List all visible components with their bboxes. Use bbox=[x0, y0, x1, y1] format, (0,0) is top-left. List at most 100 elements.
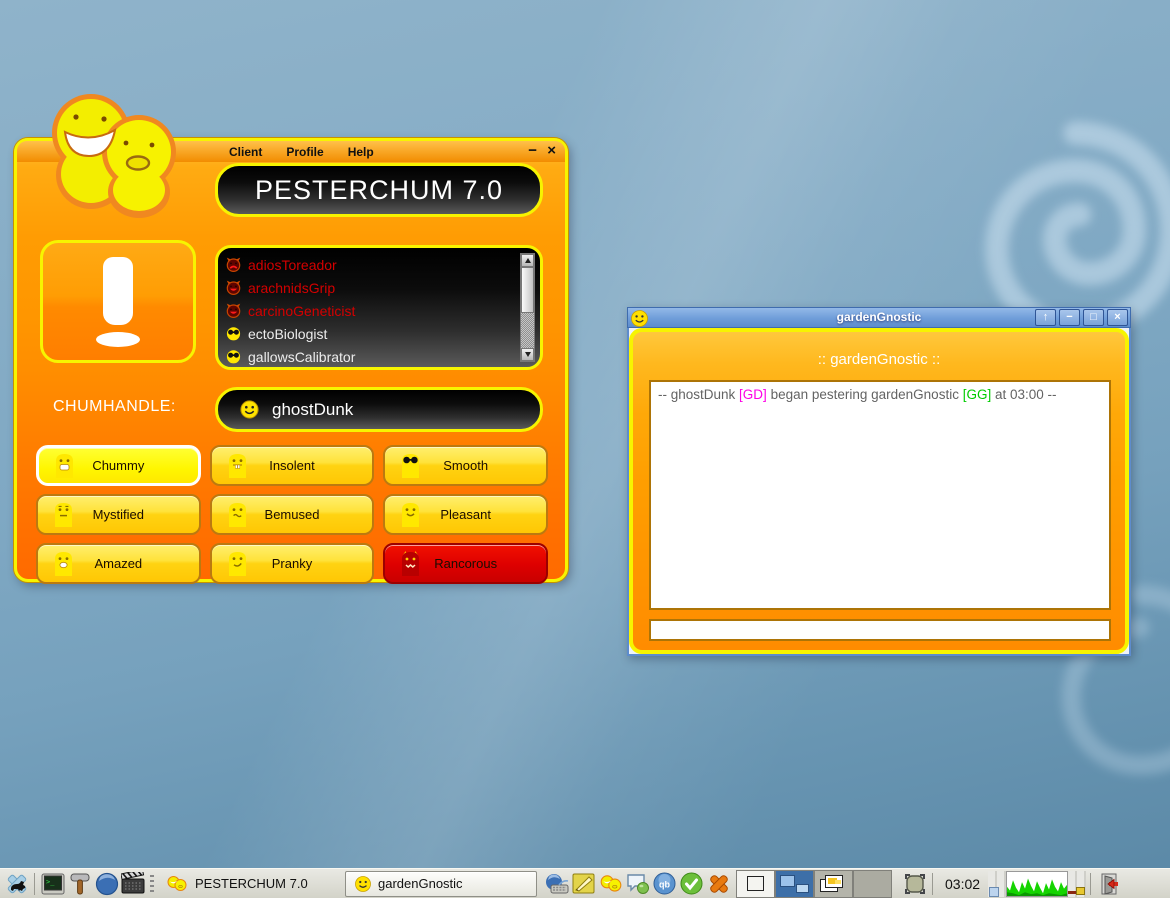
tray-pesterchum[interactable] bbox=[597, 871, 624, 897]
pager-desktop-3[interactable] bbox=[814, 870, 853, 898]
chummy-smiley-icon bbox=[240, 400, 259, 419]
applet-slider[interactable] bbox=[988, 871, 1006, 897]
pager-desktop-1[interactable] bbox=[736, 870, 775, 898]
hammer-icon bbox=[69, 872, 91, 896]
chat-log-segment: [GD] bbox=[739, 387, 767, 402]
media-launcher[interactable] bbox=[120, 871, 147, 897]
taskbar-clock: 03:02 bbox=[937, 876, 988, 892]
mood-button-bemused[interactable]: Bemused bbox=[210, 494, 375, 535]
chumhandle-field[interactable]: ghostDunk bbox=[215, 387, 543, 432]
chum-list-item[interactable]: adiosToreador bbox=[226, 253, 516, 276]
browser-launcher[interactable] bbox=[93, 871, 120, 897]
chat-body: :: gardenGnostic :: -- ghostDunk [GD] be… bbox=[627, 328, 1131, 656]
chat-log-segment: began pestering gardenGnostic bbox=[767, 387, 963, 402]
mood-button-pranky[interactable]: Pranky bbox=[210, 543, 375, 584]
mood-button-amazed[interactable]: Amazed bbox=[36, 543, 201, 584]
mood-button-smooth[interactable]: Smooth bbox=[383, 445, 548, 486]
notes-pencil-icon bbox=[572, 872, 595, 895]
check-circle-icon bbox=[680, 872, 703, 895]
terminal-icon: >_ bbox=[41, 873, 65, 895]
chum-list-scrollbar[interactable] bbox=[520, 253, 535, 362]
scroll-up-button[interactable] bbox=[521, 254, 534, 267]
app-title: PESTERCHUM 7.0 bbox=[255, 175, 503, 206]
show-desktop-button[interactable] bbox=[902, 871, 928, 897]
svg-text:qb: qb bbox=[659, 880, 670, 890]
mood-label: Bemused bbox=[212, 507, 373, 522]
mood-label: Smooth bbox=[385, 458, 546, 473]
chum-list-item[interactable]: ectoBiologist bbox=[226, 322, 516, 345]
menu-help[interactable]: Help bbox=[348, 145, 374, 159]
chum-list-item[interactable]: gallowsCalibrator bbox=[226, 345, 516, 368]
mood-button-insolent[interactable]: Insolent bbox=[210, 445, 375, 486]
scroll-down-button[interactable] bbox=[521, 348, 534, 361]
task-label: PESTERCHUM 7.0 bbox=[195, 876, 308, 891]
chum-name: ectoBiologist bbox=[248, 326, 327, 342]
pager-desktop-4[interactable] bbox=[853, 870, 892, 898]
maximize-button[interactable]: □ bbox=[1083, 309, 1104, 326]
mood-display-box bbox=[40, 240, 196, 363]
app-title-plate: PESTERCHUM 7.0 bbox=[215, 163, 543, 217]
mood-button-pleasant[interactable]: Pleasant bbox=[383, 494, 548, 535]
chum-name: arachnidsGrip bbox=[248, 280, 335, 296]
chumhandle-value: ghostDunk bbox=[272, 400, 353, 420]
smooth-mood-icon bbox=[226, 326, 241, 341]
mood-button-chummy[interactable]: Chummy bbox=[36, 445, 201, 486]
desktop-pager bbox=[736, 870, 892, 898]
remote-desktop-icon bbox=[545, 873, 569, 895]
mood-button-mystified[interactable]: Mystified bbox=[36, 494, 201, 535]
task-pesterchum[interactable]: PESTERCHUM 7.0 bbox=[157, 871, 345, 897]
tray-xchat[interactable] bbox=[705, 871, 732, 897]
chum-name: adiosToreador bbox=[248, 257, 337, 273]
minimize-button[interactable]: − bbox=[528, 142, 537, 160]
chum-name: gallowsCalibrator bbox=[248, 349, 355, 365]
separator bbox=[932, 873, 933, 895]
logout-button[interactable] bbox=[1095, 871, 1122, 897]
pager-desktop-2[interactable] bbox=[775, 870, 814, 898]
pesterchum-logo bbox=[38, 90, 188, 218]
pesterchum-tray-icon bbox=[599, 873, 623, 895]
close-button[interactable]: × bbox=[1107, 309, 1128, 326]
applet-indicator[interactable] bbox=[1068, 871, 1086, 897]
rancorous-mood-icon bbox=[226, 280, 241, 295]
menu-client[interactable]: Client bbox=[229, 145, 262, 159]
desktop: Client Profile Help − × PESTERCHUM 7.0 a… bbox=[0, 0, 1170, 898]
chumhandle-label: CHUMHANDLE: bbox=[53, 398, 176, 416]
chum-list[interactable]: adiosToreador arachnidsGrip carcinoGenetic… bbox=[215, 245, 543, 370]
mood-label: Rancorous bbox=[385, 556, 546, 571]
tool-launcher[interactable] bbox=[66, 871, 93, 897]
svg-text:>_: >_ bbox=[46, 878, 55, 886]
close-button[interactable]: × bbox=[547, 142, 556, 160]
chat-bubble-icon bbox=[626, 873, 650, 895]
terminal-launcher[interactable]: >_ bbox=[39, 871, 66, 897]
menu-profile[interactable]: Profile bbox=[286, 145, 323, 159]
chat-input[interactable] bbox=[649, 619, 1111, 641]
chum-list-item[interactable]: carcinoGeneticist bbox=[226, 299, 516, 322]
qb-icon: qb bbox=[653, 872, 676, 895]
smooth-mood-icon bbox=[226, 349, 241, 364]
tray-updates[interactable] bbox=[678, 871, 705, 897]
xchat-icon bbox=[707, 872, 731, 896]
smiley-icon bbox=[355, 876, 371, 892]
exclamation-dot bbox=[96, 332, 140, 347]
tray-notes[interactable] bbox=[570, 871, 597, 897]
separator bbox=[34, 873, 35, 895]
chum-name: carcinoGeneticist bbox=[248, 303, 355, 319]
handle-separator bbox=[150, 875, 154, 893]
chat-titlebar[interactable]: gardenGnostic ↑ − □ × bbox=[627, 307, 1131, 328]
tray-remote-desktop[interactable] bbox=[543, 871, 570, 897]
chat-log[interactable]: -- ghostDunk [GD] began pestering garden… bbox=[649, 380, 1111, 610]
show-desktop-icon bbox=[904, 873, 926, 895]
scrollbar-thumb[interactable] bbox=[521, 267, 534, 313]
chat-window: gardenGnostic ↑ − □ × :: gardenGnostic :… bbox=[627, 307, 1131, 656]
tray-messenger[interactable] bbox=[624, 871, 651, 897]
start-menu-button[interactable] bbox=[3, 871, 30, 897]
minimize-button[interactable]: − bbox=[1059, 309, 1080, 326]
mood-label: Insolent bbox=[212, 458, 373, 473]
chat-inner: :: gardenGnostic :: -- ghostDunk [GD] be… bbox=[629, 328, 1129, 654]
mood-label: Amazed bbox=[38, 556, 199, 571]
shade-button[interactable]: ↑ bbox=[1035, 309, 1056, 326]
chum-list-item[interactable]: arachnidsGrip bbox=[226, 276, 516, 299]
tray-qbittorrent[interactable]: qb bbox=[651, 871, 678, 897]
mood-button-rancorous[interactable]: Rancorous bbox=[383, 543, 548, 584]
task-gardengnostic[interactable]: gardenGnostic bbox=[345, 871, 537, 897]
